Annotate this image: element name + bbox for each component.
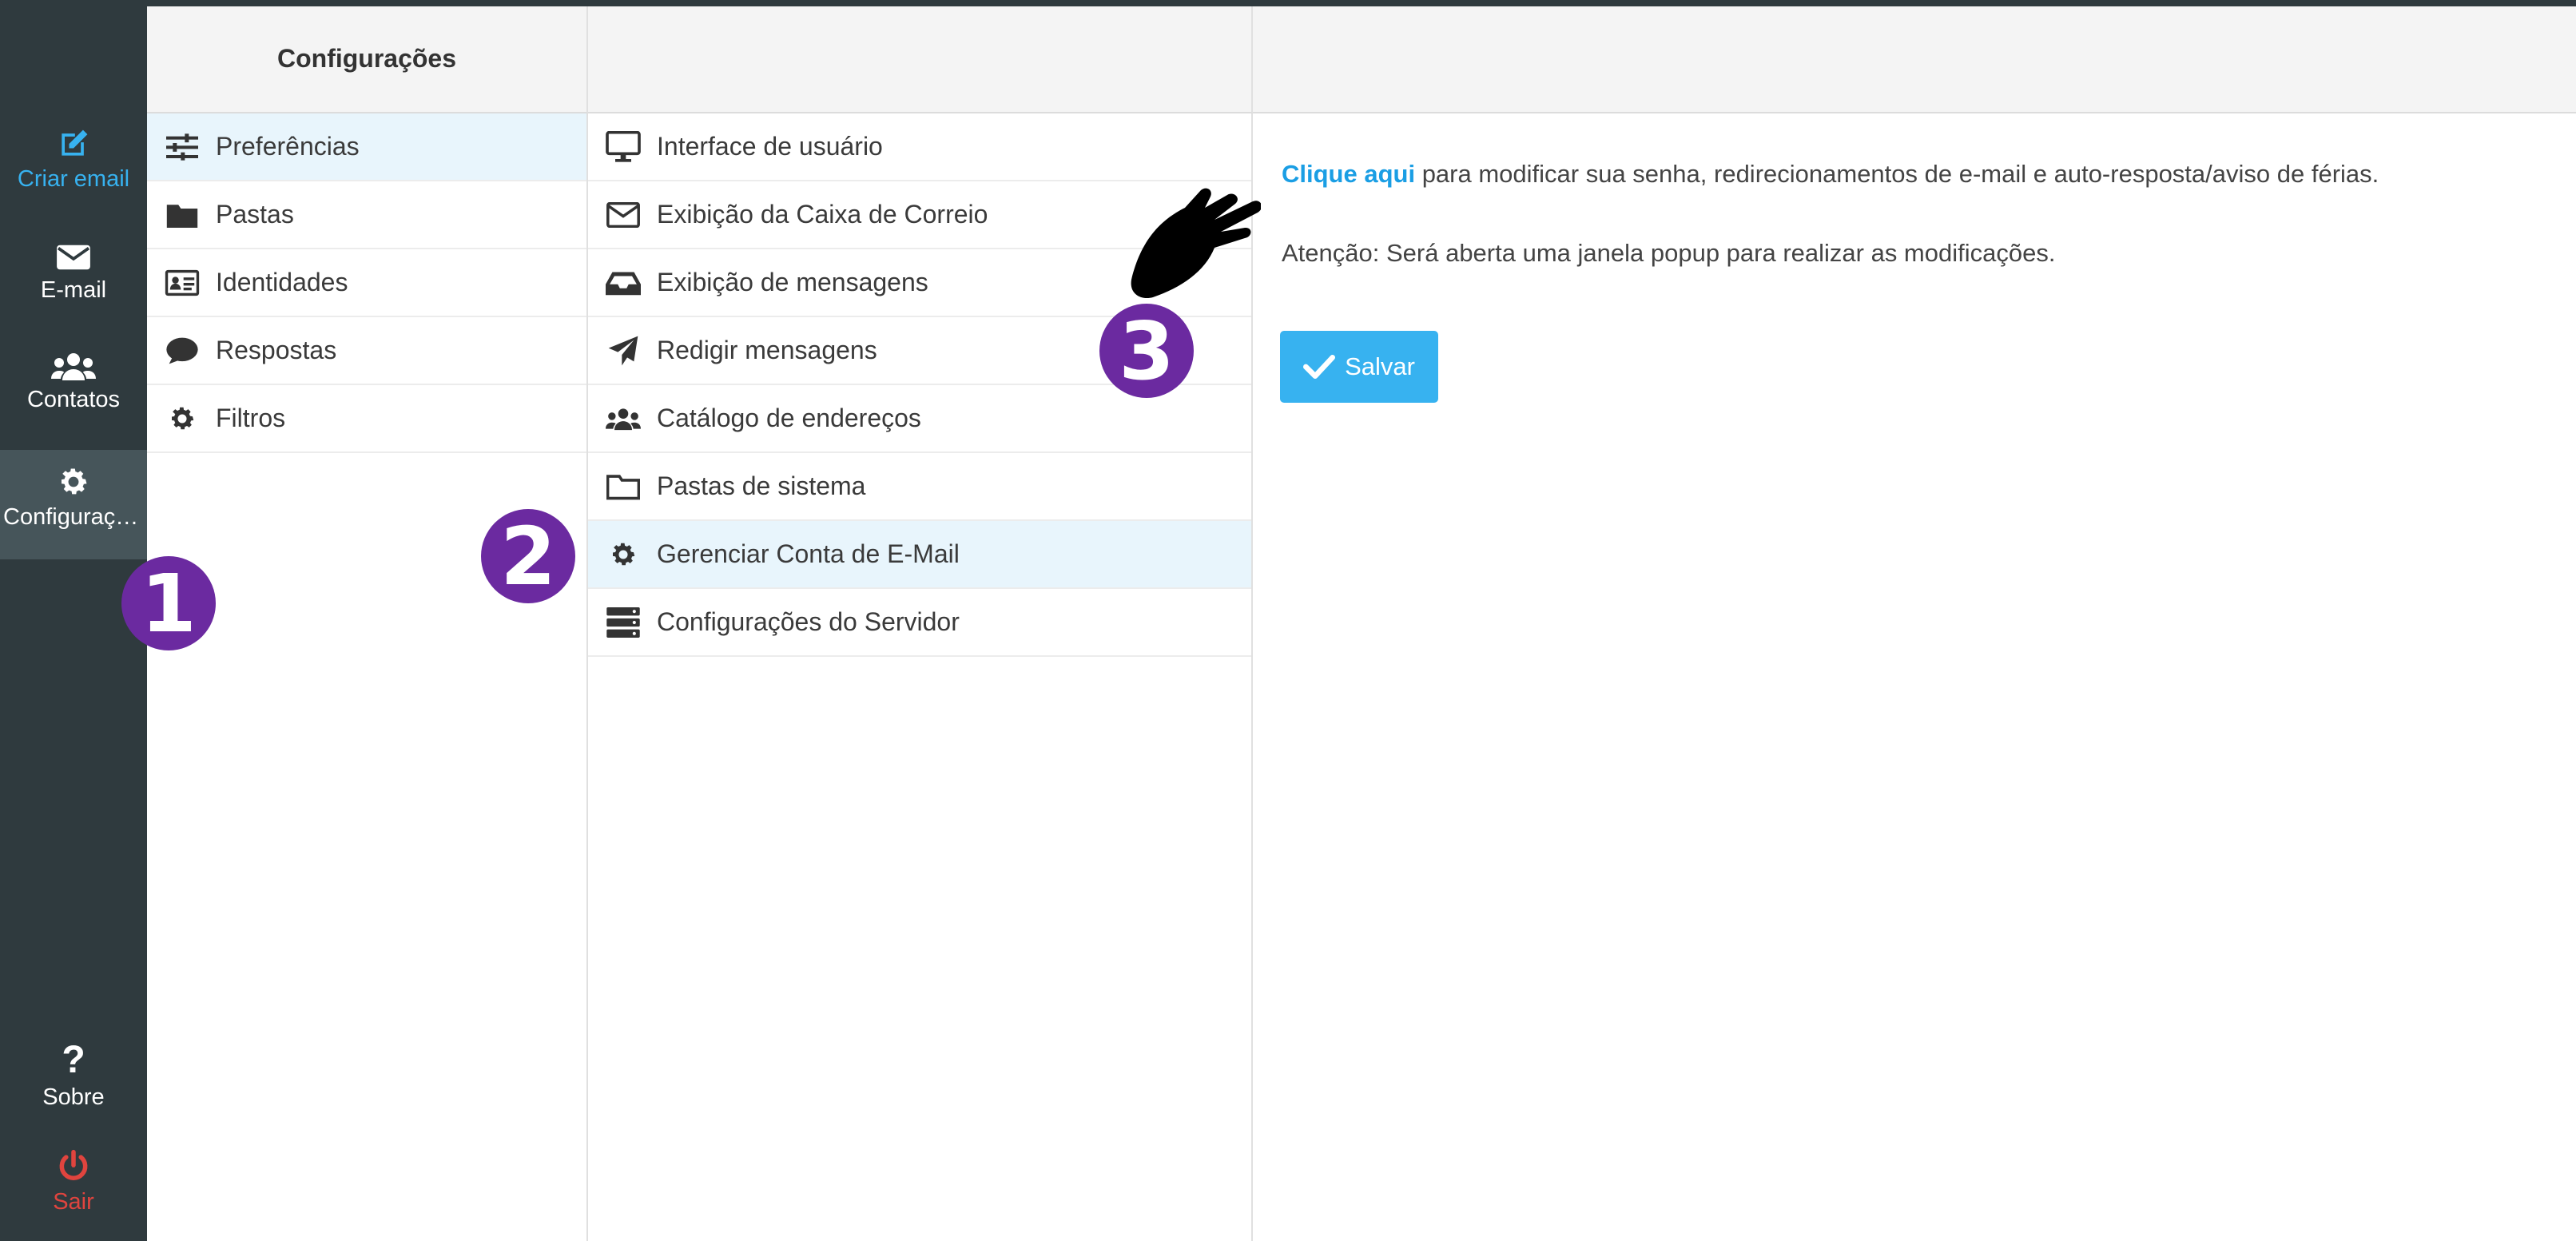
users-icon [51,353,96,380]
pref-label: Gerenciar Conta de E-Mail [657,539,960,568]
nav-contacts-label: Contatos [26,387,121,412]
id-card-icon [165,265,200,300]
nav-about[interactable]: ? Sobre [0,1041,147,1111]
section-label: Preferências [216,132,360,161]
power-icon [59,1149,88,1180]
settings-header: Configurações [147,6,588,113]
nav-logout[interactable]: Sair [0,1149,147,1215]
pref-server-settings[interactable]: Configurações do Servidor [588,589,1251,657]
server-icon [606,605,641,640]
pref-label: Redigir mensagens [657,336,877,364]
gear-icon [165,401,200,436]
pref-user-interface[interactable]: Interface de usuário [588,113,1251,181]
step-3-badge: 3 [1099,304,1194,398]
gear-icon [61,468,87,495]
nav-compose[interactable]: Criar email [0,126,147,193]
nav-settings-label: Configurações [3,504,147,530]
popup-notice: Atenção: Será aberta uma janela popup pa… [1282,239,2056,267]
pref-label: Exibição de mensagens [657,268,928,296]
compose-icon [62,129,88,156]
section-label: Pastas [216,200,294,229]
section-folders[interactable]: Pastas [147,181,586,249]
envelope-icon [606,197,641,233]
section-label: Filtros [216,404,286,432]
pref-label: Interface de usuário [657,132,883,161]
folder-icon [165,197,200,233]
pref-label: Configurações do Servidor [657,607,960,636]
nav-mail-label: E-mail [40,277,107,303]
pref-manage-email-account[interactable]: Gerenciar Conta de E-Mail [588,521,1251,589]
step-2-badge: 2 [481,509,575,603]
content-header [1253,6,2576,113]
nav-compose-label: Criar email [17,166,130,192]
section-label: Respostas [216,336,337,364]
pref-label: Exibição da Caixa de Correio [657,200,988,229]
step-1-badge: 1 [121,556,216,650]
section-preferences[interactable]: Preferências [147,113,586,181]
pref-label: Catálogo de endereços [657,404,921,432]
gear-icon [606,537,641,572]
account-info-rest: para modificar sua senha, redirecionamen… [1415,160,2379,188]
envelope-icon [57,245,90,270]
click-here-link[interactable]: Clique aqui [1282,160,1415,188]
section-filters[interactable]: Filtros [147,385,586,453]
sliders-icon [165,129,200,165]
account-info-text: Clique aqui para modificar sua senha, re… [1282,160,2379,189]
inbox-icon [606,265,641,300]
content-panel: Clique aqui para modificar sua senha, re… [1253,113,2576,1241]
pointing-hand-icon [1131,188,1261,298]
section-label: Identidades [216,268,348,296]
main-nav: Criar email E-mail Contatos Configuraçõe… [0,6,147,1241]
section-responses[interactable]: Respostas [147,317,586,385]
settings-title: Configurações [276,44,457,73]
users-icon [606,401,641,436]
nav-about-label: Sobre [42,1084,105,1110]
save-button[interactable]: Salvar [1280,331,1438,403]
nav-settings[interactable]: Configurações [0,450,147,559]
paper-plane-icon [606,333,641,368]
settings-sections-list: Preferências Pastas Identidades Resposta… [147,113,588,1241]
folder-outline-icon [606,469,641,504]
check-icon [1303,355,1336,379]
top-border [0,0,2576,6]
nav-contacts[interactable]: Contatos [0,350,147,413]
section-identities[interactable]: Identidades [147,249,586,317]
nav-mail[interactable]: E-mail [0,242,147,304]
preferences-header [588,6,1253,113]
save-label: Salvar [1345,352,1415,380]
question-icon: ? [62,1039,85,1081]
comment-icon [165,333,200,368]
pref-label: Pastas de sistema [657,471,866,500]
nav-logout-label: Sair [53,1189,94,1215]
monitor-icon [606,129,641,165]
pref-system-folders[interactable]: Pastas de sistema [588,453,1251,521]
